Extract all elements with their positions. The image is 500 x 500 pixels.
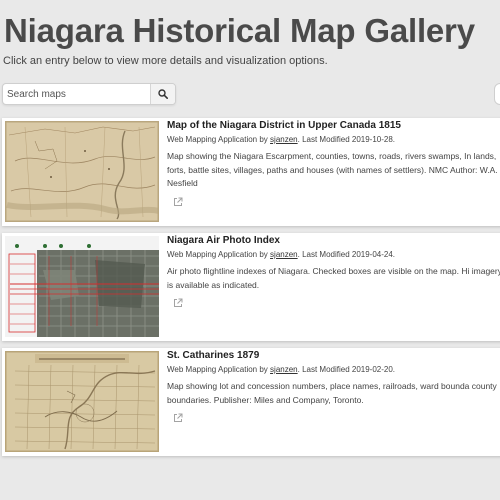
gallery-item-description: Map showing lot and concession numbers, … bbox=[167, 381, 497, 405]
modified-date: . Last Modified 2019-10-28. bbox=[297, 135, 396, 144]
gallery-item-description: Map showing the Niagara Escarpment, coun… bbox=[167, 151, 498, 188]
view-toggle-button[interactable] bbox=[494, 83, 500, 105]
map-thumbnail-st-catharines-1879[interactable] bbox=[5, 351, 159, 452]
owner-link[interactable]: sjanzen bbox=[270, 365, 298, 374]
modified-date: . Last Modified 2019-04-24. bbox=[297, 250, 396, 259]
external-link-icon[interactable] bbox=[172, 297, 184, 309]
item-type-label: Web Mapping Application by bbox=[167, 135, 268, 144]
gallery-item-meta: Web Mapping Application by sjanzen. Last… bbox=[167, 135, 395, 144]
map-thumbnail-air-photo-index[interactable] bbox=[5, 236, 159, 337]
gallery-item-meta: Web Mapping Application by sjanzen. Last… bbox=[167, 365, 395, 374]
page-title: Niagara Historical Map Gallery bbox=[4, 12, 475, 49]
owner-link[interactable]: sjanzen bbox=[270, 250, 298, 259]
owner-link[interactable]: sjanzen bbox=[270, 135, 298, 144]
search-icon bbox=[158, 89, 168, 99]
search-input[interactable] bbox=[3, 84, 149, 104]
gallery-item[interactable]: Map of the Niagara District in Upper Can… bbox=[2, 118, 500, 226]
gallery-item-description: Air photo flightline indexes of Niagara.… bbox=[167, 266, 500, 290]
gallery-item-title[interactable]: Niagara Air Photo Index bbox=[167, 235, 280, 246]
search-button[interactable] bbox=[150, 84, 175, 104]
gallery-item-title[interactable]: Map of the Niagara District in Upper Can… bbox=[167, 120, 401, 131]
map-thumbnail-niagara-1815[interactable] bbox=[5, 121, 159, 222]
gallery-item[interactable]: Niagara Air Photo Index Web Mapping Appl… bbox=[2, 233, 500, 341]
page-subtitle: Click an entry below to view more detail… bbox=[3, 55, 328, 67]
gallery-item-meta: Web Mapping Application by sjanzen. Last… bbox=[167, 250, 395, 259]
external-link-icon[interactable] bbox=[172, 196, 184, 208]
gallery-item[interactable]: St. Catharines 1879 Web Mapping Applicat… bbox=[2, 348, 500, 456]
gallery-item-title[interactable]: St. Catharines 1879 bbox=[167, 350, 259, 361]
modified-date: . Last Modified 2019-02-20. bbox=[297, 365, 396, 374]
item-type-label: Web Mapping Application by bbox=[167, 250, 268, 259]
search-bar bbox=[2, 83, 176, 105]
external-link-icon[interactable] bbox=[172, 412, 184, 424]
item-type-label: Web Mapping Application by bbox=[167, 365, 268, 374]
